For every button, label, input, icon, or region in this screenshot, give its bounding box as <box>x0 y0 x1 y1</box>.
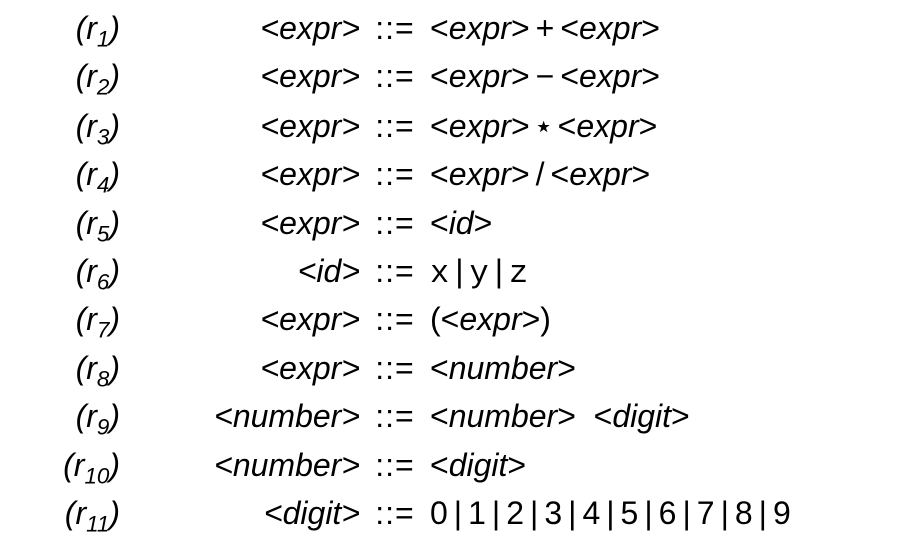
rule-number: 9 <box>97 415 109 440</box>
rule-lhs: <expr> <box>120 156 360 193</box>
rule-number: 10 <box>84 463 109 488</box>
rule-letter: r <box>74 447 85 483</box>
rule-letter: r <box>86 301 97 337</box>
rule-lhs: <expr> <box>120 58 360 95</box>
rule-number: 3 <box>97 124 109 149</box>
rule-number: 6 <box>97 269 109 294</box>
rule-label: (r10) <box>20 447 120 489</box>
rule-rhs: (<expr>) <box>430 301 880 338</box>
star-operator: ⋆ <box>530 108 558 144</box>
terminal-text: 7 <box>697 495 715 531</box>
rule-letter: r <box>86 58 97 94</box>
derives-symbol: ::= <box>360 398 430 435</box>
alt-bar: | <box>600 495 620 532</box>
rule-rhs: <id> <box>430 205 880 242</box>
rule-lhs: <expr> <box>120 301 360 338</box>
terminal-text: ) <box>540 301 551 337</box>
terminal: y <box>470 255 489 292</box>
terminal-text: 5 <box>621 495 639 531</box>
rule-lhs: <expr> <box>120 350 360 387</box>
grammar-definition: (r1)<expr>::=<expr>+<expr>(r2)<expr>::=<… <box>0 0 900 547</box>
derives-symbol: ::= <box>360 156 430 193</box>
alt-bar: | <box>676 495 696 532</box>
rule-label: (r4) <box>20 156 120 198</box>
rule-rhs: <expr>⋆<expr> <box>430 107 880 145</box>
rule-rhs: <number> <box>430 350 880 387</box>
rule-label: (r9) <box>20 398 120 440</box>
rule-letter: r <box>86 156 97 192</box>
alt-bar: | <box>753 495 773 532</box>
rule-lhs: <number> <box>120 398 360 435</box>
terminal-text: 2 <box>506 495 524 531</box>
rule-lhs: <expr> <box>120 205 360 242</box>
alt-bar: | <box>489 253 509 290</box>
rule-lhs: <expr> <box>120 10 360 47</box>
rule-letter: r <box>86 10 97 46</box>
rule-lhs: <expr> <box>120 108 360 145</box>
derives-symbol: ::= <box>360 205 430 242</box>
rule-label: (r2) <box>20 58 120 100</box>
alt-bar: | <box>448 495 468 532</box>
terminal-text: 0 <box>430 495 448 531</box>
rule-rhs: <expr>−<expr> <box>430 58 880 95</box>
operator: − <box>530 58 561 94</box>
rule-label: (r11) <box>20 495 120 537</box>
rule-letter: r <box>86 205 97 241</box>
rule-label: (r3) <box>20 108 120 150</box>
alt-bar: | <box>638 495 658 532</box>
rule-label: (r8) <box>20 350 120 392</box>
grammar-grid: (r1)<expr>::=<expr>+<expr>(r2)<expr>::=<… <box>20 10 880 537</box>
rule-rhs: 0|1|2|3|4|5|6|7|8|9 <box>430 495 880 532</box>
rule-label: (r7) <box>20 301 120 343</box>
terminal-text: 1 <box>468 495 486 531</box>
operator: + <box>530 10 561 46</box>
terminal-text: ( <box>430 301 441 337</box>
derives-symbol: ::= <box>360 10 430 47</box>
alt-bar: | <box>715 495 735 532</box>
derives-symbol: ::= <box>360 301 430 338</box>
rule-label: (r1) <box>20 10 120 52</box>
terminal: x <box>430 255 449 292</box>
rule-label: (r5) <box>20 205 120 247</box>
rule-letter: r <box>86 108 97 144</box>
alt-bar: | <box>486 495 506 532</box>
operator: / <box>530 156 551 192</box>
terminal-text: 3 <box>544 495 562 531</box>
alt-bar: | <box>524 495 544 532</box>
rule-rhs: <number> <digit> <box>430 398 880 435</box>
rule-number: 5 <box>97 221 109 246</box>
terminal-text: 4 <box>582 495 600 531</box>
terminal-text: 6 <box>659 495 677 531</box>
rule-letter: r <box>86 398 97 434</box>
rule-number: 8 <box>97 366 109 391</box>
rule-rhs: <digit> <box>430 447 880 484</box>
terminal-text: 8 <box>735 495 753 531</box>
derives-symbol: ::= <box>360 253 430 290</box>
alt-bar: | <box>562 495 582 532</box>
rule-lhs: <digit> <box>120 495 360 532</box>
rule-rhs: <expr>+<expr> <box>430 10 880 47</box>
rule-letter: r <box>86 350 97 386</box>
rule-lhs: <id> <box>120 253 360 290</box>
rule-label: (r6) <box>20 253 120 295</box>
rule-letter: r <box>75 495 86 531</box>
derives-symbol: ::= <box>360 447 430 484</box>
terminal: z <box>509 255 528 292</box>
rule-rhs: <expr>/<expr> <box>430 156 880 193</box>
derives-symbol: ::= <box>360 108 430 145</box>
rule-number: 11 <box>86 511 109 536</box>
rule-rhs: x|y|z <box>430 253 880 292</box>
rule-number: 2 <box>97 75 109 100</box>
rule-number: 7 <box>97 318 109 343</box>
rule-letter: r <box>86 253 97 289</box>
derives-symbol: ::= <box>360 350 430 387</box>
alt-bar: | <box>449 253 469 290</box>
terminal-text: 9 <box>773 495 791 531</box>
rule-number: 4 <box>97 173 109 198</box>
derives-symbol: ::= <box>360 495 430 532</box>
rule-lhs: <number> <box>120 447 360 484</box>
rule-number: 1 <box>97 26 109 51</box>
derives-symbol: ::= <box>360 58 430 95</box>
